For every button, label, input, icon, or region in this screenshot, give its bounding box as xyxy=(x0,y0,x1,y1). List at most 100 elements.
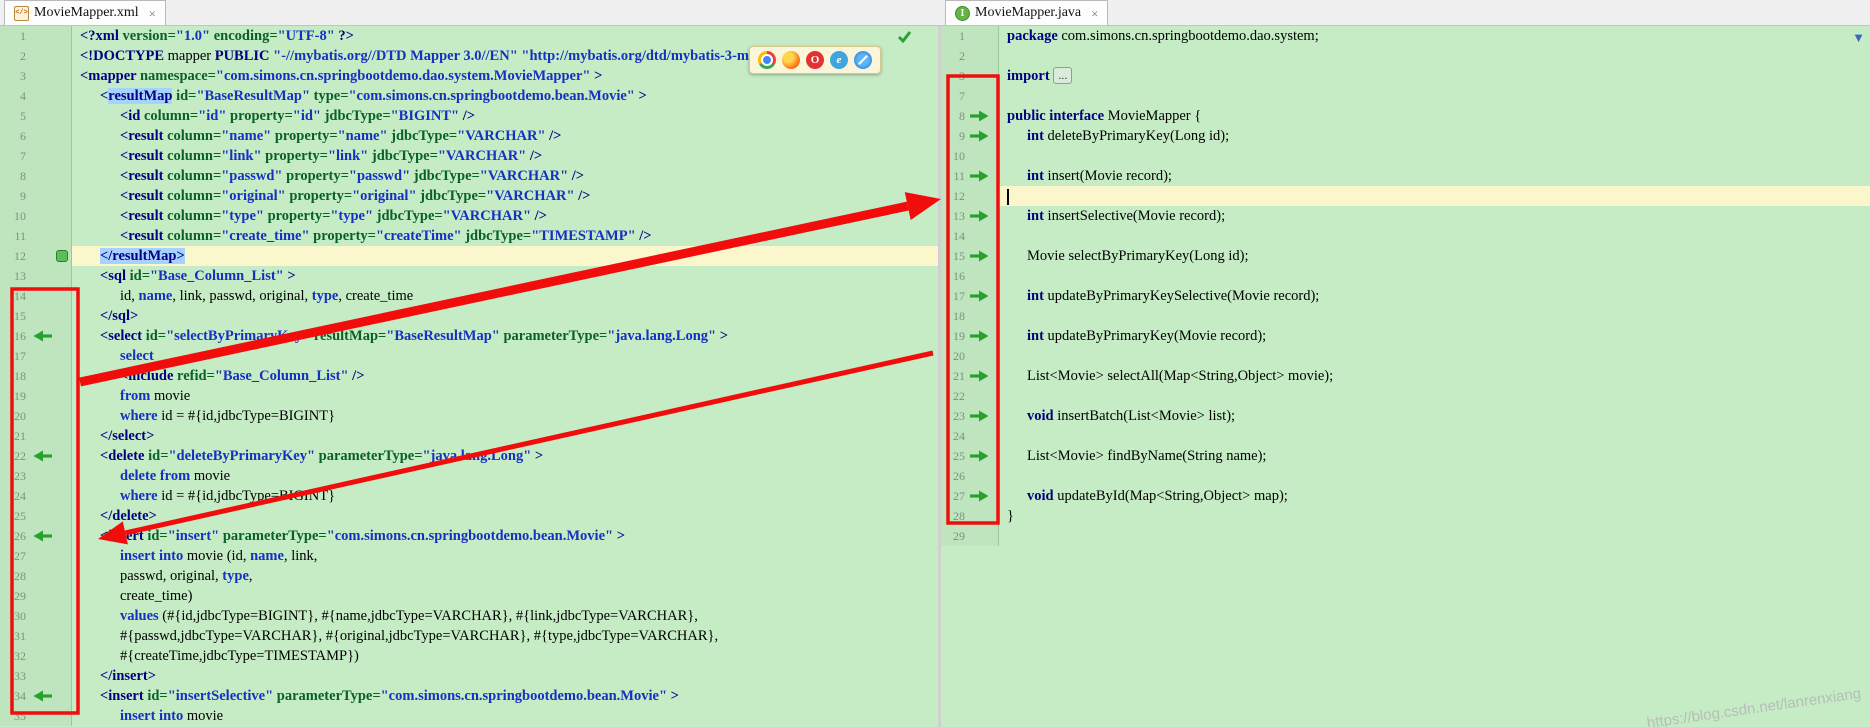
java-code-text[interactable]: List<Movie> selectAll(Map<String,Object>… xyxy=(999,366,1870,386)
java-code-text[interactable]: int updateByPrimaryKey(Movie record); xyxy=(999,326,1870,346)
xml-code-text[interactable]: #{createTime,jdbcType=TIMESTAMP}) xyxy=(72,646,938,666)
java-code-text[interactable] xyxy=(999,466,1870,486)
java-code-text[interactable]: int insertSelective(Movie record); xyxy=(999,206,1870,226)
java-code-text[interactable] xyxy=(999,386,1870,406)
java-code-text[interactable] xyxy=(999,86,1870,106)
tab-moviemapper-java[interactable]: I MovieMapper.java × xyxy=(945,0,1108,25)
java-code-text[interactable]: void updateById(Map<String,Object> map); xyxy=(999,486,1870,506)
firefox-browser-icon[interactable] xyxy=(782,51,800,69)
ie-browser-icon[interactable] xyxy=(830,51,848,69)
xml-code-text[interactable]: <include refid="Base_Column_List" /> xyxy=(72,366,938,386)
xml-code-text[interactable]: insert into movie (id, name, link, xyxy=(72,546,938,566)
xml-code-text[interactable]: delete from movie xyxy=(72,466,938,486)
xml-code-text[interactable]: insert into movie xyxy=(72,706,938,726)
code-line: 11<result column="create_time" property=… xyxy=(0,226,938,246)
java-code-text[interactable]: import ... xyxy=(999,66,1870,86)
xml-code-text[interactable]: <id column="id" property="id" jdbcType="… xyxy=(72,106,938,126)
xml-code-text[interactable]: <sql id="Base_Column_List" > xyxy=(72,266,938,286)
code-line: 34<insert id="insertSelective" parameter… xyxy=(0,686,938,706)
java-code-text[interactable] xyxy=(999,526,1870,546)
line-number: 21 xyxy=(941,366,965,386)
goto-mapper-xml-arrow-icon[interactable] xyxy=(965,410,993,422)
scrollbar-marker-icon[interactable]: ▼ xyxy=(1852,31,1865,44)
java-code-text[interactable] xyxy=(999,306,1870,326)
line-number: 8 xyxy=(0,166,26,186)
gutter-marker-icon[interactable] xyxy=(56,250,68,262)
xml-code-text[interactable]: #{passwd,jdbcType=VARCHAR}, #{original,j… xyxy=(72,626,938,646)
xml-code-text[interactable]: create_time) xyxy=(72,586,938,606)
xml-code-text[interactable]: where id = #{id,jdbcType=BIGINT} xyxy=(72,486,938,506)
xml-code-text[interactable]: <result column="passwd" property="passwd… xyxy=(72,166,938,186)
java-code-text[interactable] xyxy=(999,266,1870,286)
line-number: 30 xyxy=(0,606,26,626)
xml-code-text[interactable]: <result column="original" property="orig… xyxy=(72,186,938,206)
xml-code-text[interactable]: <insert id="insertSelective" parameterTy… xyxy=(72,686,938,706)
java-code-text[interactable] xyxy=(999,146,1870,166)
goto-mapper-xml-arrow-icon[interactable] xyxy=(965,170,993,182)
gutter: 31 xyxy=(0,626,72,646)
gutter: 21 xyxy=(941,366,999,386)
line-number: 24 xyxy=(0,486,26,506)
java-code-text[interactable] xyxy=(999,186,1870,206)
java-code-text[interactable]: Movie selectByPrimaryKey(Long id); xyxy=(999,246,1870,266)
goto-mapper-xml-arrow-icon[interactable] xyxy=(965,370,993,382)
xml-code-text[interactable]: <resultMap id="BaseResultMap" type="com.… xyxy=(72,86,938,106)
goto-mapper-xml-arrow-icon[interactable] xyxy=(965,210,993,222)
xml-code-text[interactable]: <?xml version="1.0" encoding="UTF-8" ?> xyxy=(72,26,938,46)
java-code-text[interactable]: package com.simons.cn.springbootdemo.dao… xyxy=(999,26,1870,46)
xml-code-text[interactable]: <result column="type" property="type" jd… xyxy=(72,206,938,226)
goto-java-declaration-arrow-icon[interactable] xyxy=(26,450,60,462)
xml-code-text[interactable]: <delete id="deleteByPrimaryKey" paramete… xyxy=(72,446,938,466)
java-code-text[interactable]: int deleteByPrimaryKey(Long id); xyxy=(999,126,1870,146)
opera-browser-icon[interactable] xyxy=(806,51,824,69)
java-code-text[interactable]: void insertBatch(List<Movie> list); xyxy=(999,406,1870,426)
safari-browser-icon[interactable] xyxy=(854,51,872,69)
xml-code-text[interactable]: <result column="name" property="name" jd… xyxy=(72,126,938,146)
java-code-text[interactable]: int updateByPrimaryKeySelective(Movie re… xyxy=(999,286,1870,306)
xml-code-text[interactable]: passwd, original, type, xyxy=(72,566,938,586)
code-line: 22<delete id="deleteByPrimaryKey" parame… xyxy=(0,446,938,466)
java-code-text[interactable]: public interface MovieMapper { xyxy=(999,106,1870,126)
java-code-text[interactable]: } xyxy=(999,506,1870,526)
java-code-text[interactable] xyxy=(999,46,1870,66)
goto-java-declaration-arrow-icon[interactable] xyxy=(26,690,60,702)
xml-code-text[interactable]: where id = #{id,jdbcType=BIGINT} xyxy=(72,406,938,426)
close-tab-icon[interactable]: × xyxy=(149,7,156,20)
code-line: 6<result column="name" property="name" j… xyxy=(0,126,938,146)
java-code-text[interactable] xyxy=(999,426,1870,446)
xml-editor-pane[interactable]: 1<?xml version="1.0" encoding="UTF-8" ?>… xyxy=(0,26,938,727)
xml-code-text[interactable]: </select> xyxy=(72,426,938,446)
code-line: 11int insert(Movie record); xyxy=(941,166,1870,186)
goto-mapper-xml-arrow-icon[interactable] xyxy=(965,490,993,502)
goto-mapper-xml-arrow-icon[interactable] xyxy=(965,450,993,462)
java-code-text[interactable]: List<Movie> findByName(String name); xyxy=(999,446,1870,466)
code-line: 18 xyxy=(941,306,1870,326)
xml-code-text[interactable]: </sql> xyxy=(72,306,938,326)
java-editor-pane[interactable]: 1package com.simons.cn.springbootdemo.da… xyxy=(941,26,1870,727)
xml-code-text[interactable]: <insert id="insert" parameterType="com.s… xyxy=(72,526,938,546)
xml-code-text[interactable]: </insert> xyxy=(72,666,938,686)
xml-code-text[interactable]: <result column="link" property="link" jd… xyxy=(72,146,938,166)
goto-mapper-xml-arrow-icon[interactable] xyxy=(965,290,993,302)
goto-mapper-xml-arrow-icon[interactable] xyxy=(965,250,993,262)
goto-mapper-xml-arrow-icon[interactable] xyxy=(965,130,993,142)
xml-code-text[interactable]: <result column="create_time" property="c… xyxy=(72,226,938,246)
xml-code-text[interactable]: id, name, link, passwd, original, type, … xyxy=(72,286,938,306)
java-code-text[interactable]: int insert(Movie record); xyxy=(999,166,1870,186)
xml-code-text[interactable]: </resultMap> xyxy=(72,246,938,266)
goto-mapper-xml-arrow-icon[interactable] xyxy=(965,330,993,342)
code-line: 2 xyxy=(941,46,1870,66)
goto-java-declaration-arrow-icon[interactable] xyxy=(26,330,60,342)
xml-code-text[interactable]: values (#{id,jdbcType=BIGINT}, #{name,jd… xyxy=(72,606,938,626)
java-code-text[interactable] xyxy=(999,226,1870,246)
tab-moviemapper-xml[interactable]: </> MovieMapper.xml × xyxy=(4,0,166,25)
chrome-browser-icon[interactable] xyxy=(758,51,776,69)
xml-code-text[interactable]: </delete> xyxy=(72,506,938,526)
xml-code-text[interactable]: from movie xyxy=(72,386,938,406)
goto-mapper-xml-arrow-icon[interactable] xyxy=(965,110,993,122)
java-code-text[interactable] xyxy=(999,346,1870,366)
xml-code-text[interactable]: <select id="selectByPrimaryKey" resultMa… xyxy=(72,326,938,346)
close-tab-icon[interactable]: × xyxy=(1091,7,1098,20)
xml-code-text[interactable]: select xyxy=(72,346,938,366)
goto-java-declaration-arrow-icon[interactable] xyxy=(26,530,60,542)
